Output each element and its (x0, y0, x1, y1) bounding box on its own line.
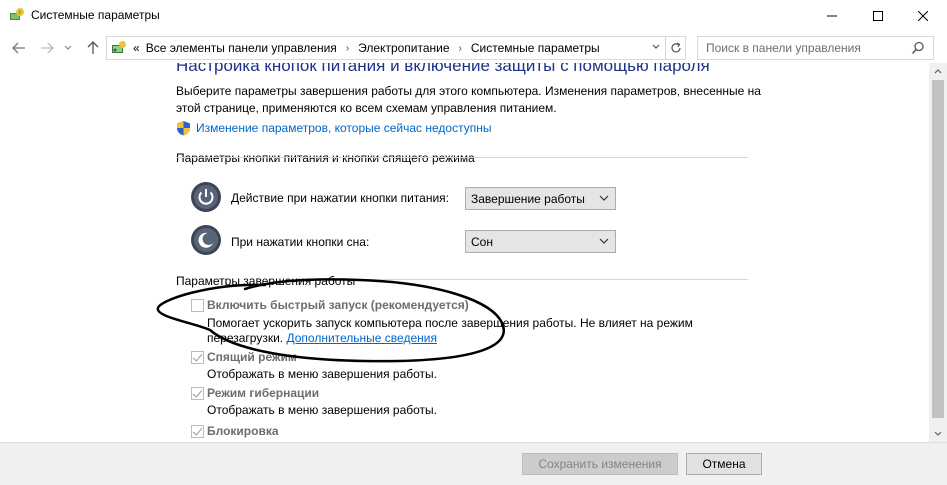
title-bar: Системные параметры (0, 0, 947, 31)
power-button-action-value: Завершение работы (471, 191, 585, 206)
close-icon (918, 10, 928, 21)
breadcrumb-all-items[interactable]: Все элементы панели управления (146, 41, 337, 55)
power-button-action-label: Действие при нажатии кнопки питания: (231, 191, 450, 205)
section-power-buttons: Параметры кнопки питания и кнопки спящег… (176, 151, 475, 165)
back-arrow-icon (12, 42, 25, 54)
fast-startup-desc-line1: Помогает ускорить запуск компьютера посл… (207, 316, 693, 330)
fast-startup-desc-line2-wrap: перезагрузки. Дополнительные сведения (207, 331, 727, 346)
uac-shield-icon (177, 121, 190, 136)
content-pane: Настройка кнопок питания и включение защ… (0, 63, 929, 442)
save-changes-button[interactable]: Сохранить изменения (522, 453, 678, 475)
recent-pages-button[interactable] (62, 39, 74, 57)
breadcrumb-separator[interactable]: › (459, 43, 462, 54)
window-title: Системные параметры (31, 8, 160, 22)
chevron-down-icon (64, 45, 72, 50)
hibernate-checkbox[interactable] (191, 387, 204, 400)
scrollbar-thumb[interactable] (932, 80, 944, 418)
address-overflow[interactable]: « (133, 41, 140, 55)
close-button[interactable] (900, 0, 946, 31)
sleep-button-action-label: При нажатии кнопки сна: (231, 235, 370, 249)
hibernate-description: Отображать в меню завершения работы. (207, 403, 438, 417)
vertical-scrollbar[interactable] (929, 63, 947, 442)
dialog-footer: Сохранить изменения Отмена (0, 442, 947, 485)
chevron-down-icon (934, 431, 942, 436)
page-title: Настройка кнопок питания и включение защ… (176, 63, 710, 75)
back-button[interactable] (10, 39, 28, 57)
up-button[interactable] (84, 39, 102, 57)
page-description: Выберите параметры завершения работы для… (176, 84, 761, 115)
refresh-icon (670, 42, 681, 53)
section-divider (356, 279, 748, 280)
fast-startup-desc-line2: перезагрузки. (207, 331, 284, 345)
sleep-button-action-value: Сон (471, 234, 493, 249)
up-arrow-icon (87, 41, 99, 54)
fast-startup-description: Помогает ускорить запуск компьютера посл… (207, 316, 727, 346)
maximize-icon (873, 10, 883, 21)
breadcrumb-separator[interactable]: › (346, 43, 349, 54)
lock-checkbox[interactable] (191, 425, 204, 438)
sleep-button-action-select[interactable]: Сон (465, 230, 616, 253)
search-icon[interactable] (911, 41, 925, 55)
scroll-down-button[interactable] (929, 425, 947, 442)
breadcrumb-system-settings[interactable]: Системные параметры (471, 41, 600, 55)
forward-arrow-icon (41, 42, 54, 54)
chevron-down-icon (599, 238, 609, 244)
power-button-action-select[interactable]: Завершение работы (465, 187, 616, 210)
forward-button[interactable] (38, 39, 56, 57)
chevron-down-icon (599, 195, 609, 201)
navigation-bar: « Все элементы панели управления › Элект… (0, 33, 947, 63)
search-box[interactable] (697, 36, 934, 60)
search-input[interactable] (698, 37, 898, 59)
fast-startup-checkbox[interactable] (191, 299, 204, 312)
section-shutdown-settings: Параметры завершения работы (176, 274, 356, 288)
chevron-up-icon (934, 69, 942, 74)
breadcrumb-power-options[interactable]: Электропитание (358, 41, 449, 55)
control-panel-icon (112, 41, 126, 53)
minimize-button[interactable] (809, 0, 855, 31)
maximize-button[interactable] (855, 0, 901, 31)
address-dropdown-icon[interactable] (651, 42, 661, 52)
change-unavailable-settings[interactable]: Изменение параметров, которые сейчас нед… (176, 120, 492, 136)
power-options-icon (10, 8, 24, 20)
power-button-icon (191, 182, 221, 212)
lock-label: Блокировка (207, 424, 279, 438)
hibernate-label: Режим гибернации (207, 386, 320, 400)
sleep-mode-label: Спящий режим (207, 350, 297, 364)
scroll-up-button[interactable] (929, 63, 947, 80)
more-info-link[interactable]: Дополнительные сведения (286, 331, 436, 345)
sleep-button-icon (191, 225, 221, 255)
cancel-button[interactable]: Отмена (686, 453, 762, 475)
sleep-mode-checkbox[interactable] (191, 351, 204, 364)
fast-startup-label: Включить быстрый запуск (рекомендуется) (207, 298, 469, 312)
sleep-mode-description: Отображать в меню завершения работы. (207, 367, 438, 381)
address-bar[interactable]: « Все элементы панели управления › Элект… (106, 36, 666, 60)
refresh-button[interactable] (666, 36, 686, 60)
minimize-icon (827, 15, 837, 16)
change-unavailable-settings-link[interactable]: Изменение параметров, которые сейчас нед… (196, 121, 492, 135)
section-divider (176, 157, 748, 158)
